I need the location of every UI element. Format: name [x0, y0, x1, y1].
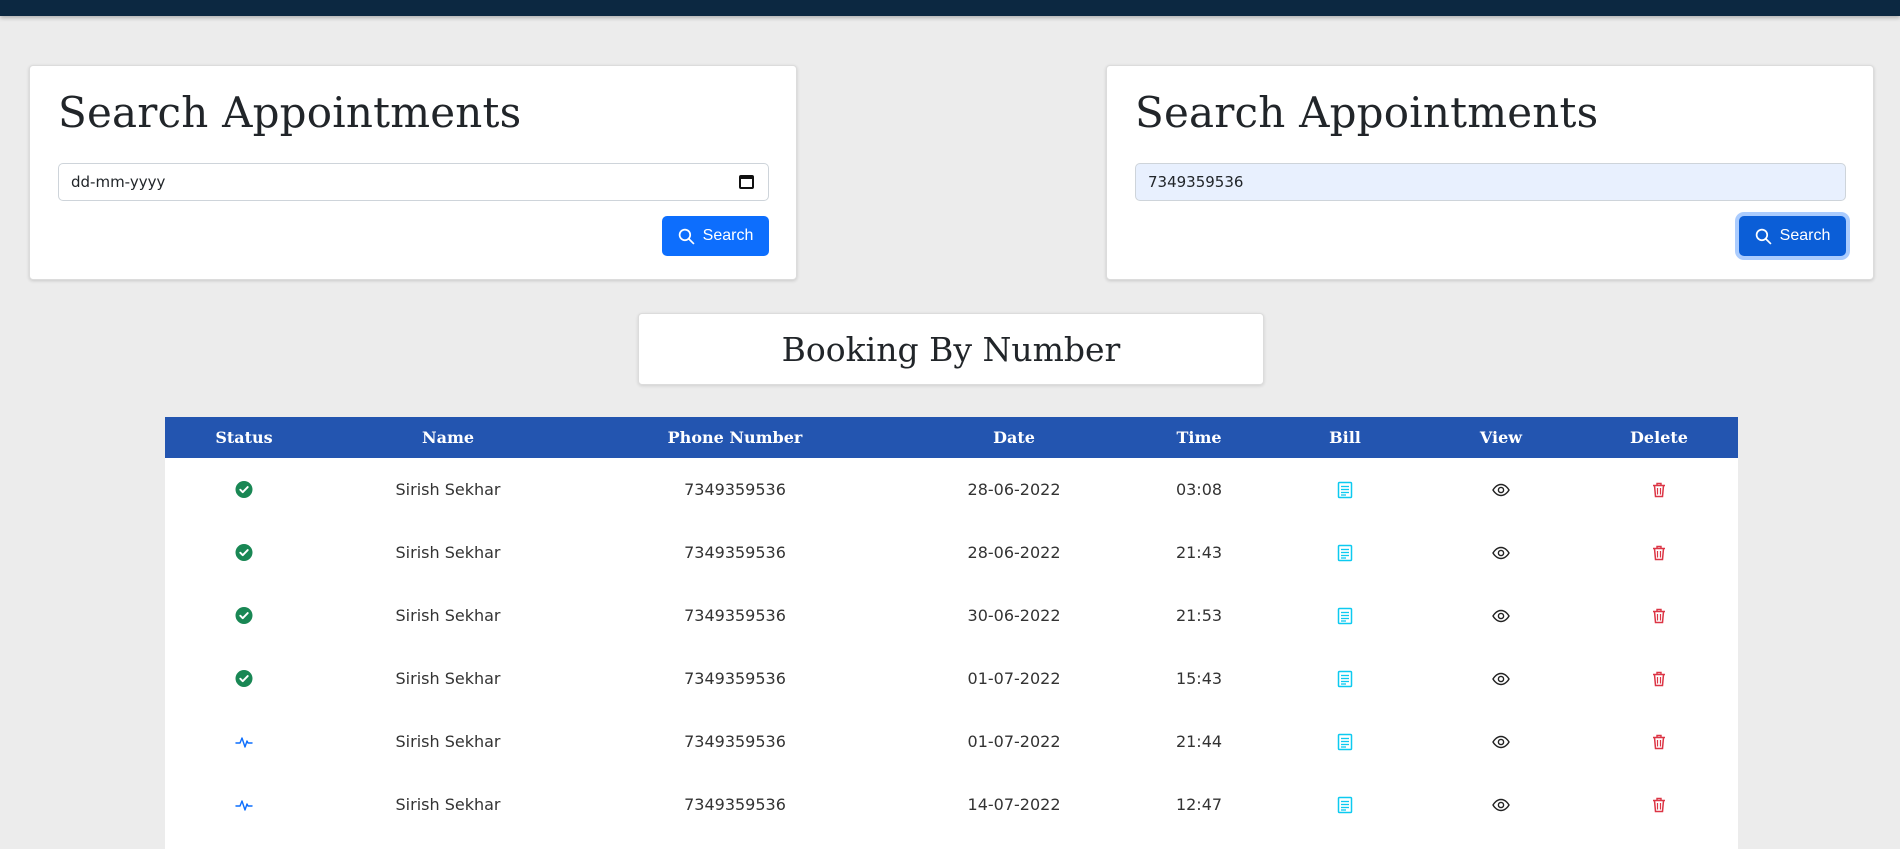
search-by-phone-card: Search Appointments 7349359536 Search	[1106, 65, 1874, 280]
header-phone: Phone Number	[667, 428, 803, 447]
phone-input-value: 7349359536	[1148, 173, 1244, 191]
header-date: Date	[993, 428, 1035, 447]
date-placeholder: dd-mm-yyyy	[71, 173, 166, 191]
table-row: Sirish Sekhar 7349359536 28-06-2022 03:08	[165, 458, 1738, 521]
cell-name: Sirish Sekhar	[395, 543, 501, 562]
cell-name: Sirish Sekhar	[395, 480, 501, 499]
delete-trash-icon[interactable]	[1652, 545, 1666, 561]
view-eye-icon[interactable]	[1492, 798, 1510, 812]
cell-time: 21:44	[1175, 732, 1223, 751]
cell-name: Sirish Sekhar	[395, 669, 501, 688]
cell-time: 12:47	[1175, 795, 1223, 814]
search-button-label: Search	[702, 227, 754, 244]
card-title: Search Appointments	[1135, 88, 1599, 137]
table-header: Status Name Phone Number Date Time Bill …	[165, 417, 1738, 458]
header-delete: Delete	[1630, 428, 1688, 447]
view-eye-icon[interactable]	[1492, 672, 1510, 686]
view-eye-icon[interactable]	[1492, 609, 1510, 623]
status-completed-icon	[235, 544, 253, 561]
table-body: Sirish Sekhar 7349359536 28-06-2022 03:08 Si…	[165, 458, 1738, 836]
search-by-date-button[interactable]: Search	[662, 216, 769, 256]
status-completed-icon	[235, 481, 253, 498]
delete-trash-icon[interactable]	[1652, 482, 1666, 498]
calendar-icon[interactable]	[739, 175, 754, 189]
top-navbar	[0, 0, 1900, 16]
cell-date: 28-06-2022	[967, 480, 1061, 499]
delete-trash-icon[interactable]	[1652, 797, 1666, 813]
bookings-table: Status Name Phone Number Date Time Bill …	[165, 417, 1738, 849]
cell-date: 14-07-2022	[967, 795, 1061, 814]
delete-trash-icon[interactable]	[1652, 671, 1666, 687]
cell-name: Sirish Sekhar	[395, 732, 501, 751]
phone-input[interactable]: 7349359536	[1135, 163, 1846, 201]
table-row: Sirish Sekhar 7349359536 30-06-2022 21:53	[165, 584, 1738, 647]
status-active-icon	[235, 797, 253, 813]
header-time: Time	[1176, 428, 1222, 447]
table-row: Sirish Sekhar 7349359536 01-07-2022 15:43	[165, 647, 1738, 710]
view-eye-icon[interactable]	[1492, 483, 1510, 497]
search-by-phone-button[interactable]: Search	[1739, 216, 1846, 256]
cell-phone: 7349359536	[684, 795, 786, 814]
bill-icon[interactable]	[1337, 607, 1353, 625]
cell-date: 01-07-2022	[967, 732, 1061, 751]
date-input[interactable]: dd-mm-yyyy	[58, 163, 769, 201]
card-title: Search Appointments	[58, 88, 522, 137]
table-row: Sirish Sekhar 7349359536 28-06-2022 21:43	[165, 521, 1738, 584]
search-button-label: Search	[1779, 227, 1831, 244]
bill-icon[interactable]	[1337, 670, 1353, 688]
search-icon	[1755, 228, 1772, 245]
delete-trash-icon[interactable]	[1652, 734, 1666, 750]
section-title: Booking By Number	[638, 313, 1264, 385]
status-active-icon	[235, 734, 253, 750]
header-view: View	[1479, 428, 1523, 447]
cell-phone: 7349359536	[684, 732, 786, 751]
cell-date: 01-07-2022	[967, 669, 1061, 688]
view-eye-icon[interactable]	[1492, 735, 1510, 749]
delete-trash-icon[interactable]	[1652, 608, 1666, 624]
header-status: Status	[215, 428, 273, 447]
cell-time: 21:53	[1175, 606, 1223, 625]
cell-phone: 7349359536	[684, 480, 786, 499]
cell-name: Sirish Sekhar	[395, 606, 501, 625]
bill-icon[interactable]	[1337, 481, 1353, 499]
cell-date: 30-06-2022	[967, 606, 1061, 625]
cell-phone: 7349359536	[684, 543, 786, 562]
table-row: Sirish Sekhar 7349359536 01-07-2022 21:44	[165, 710, 1738, 773]
bill-icon[interactable]	[1337, 733, 1353, 751]
cell-name: Sirish Sekhar	[395, 795, 501, 814]
cell-time: 15:43	[1175, 669, 1223, 688]
view-eye-icon[interactable]	[1492, 546, 1510, 560]
status-completed-icon	[235, 670, 253, 687]
search-by-date-card: Search Appointments dd-mm-yyyy Search	[29, 65, 797, 280]
cell-phone: 7349359536	[684, 606, 786, 625]
bill-icon[interactable]	[1337, 544, 1353, 562]
table-row: Sirish Sekhar 7349359536 14-07-2022 12:47	[165, 773, 1738, 836]
header-name: Name	[421, 428, 475, 447]
bill-icon[interactable]	[1337, 796, 1353, 814]
header-bill: Bill	[1329, 428, 1361, 447]
search-icon	[678, 228, 695, 245]
cell-time: 21:43	[1175, 543, 1223, 562]
status-completed-icon	[235, 607, 253, 624]
cell-time: 03:08	[1175, 480, 1223, 499]
cell-phone: 7349359536	[684, 669, 786, 688]
cell-date: 28-06-2022	[967, 543, 1061, 562]
